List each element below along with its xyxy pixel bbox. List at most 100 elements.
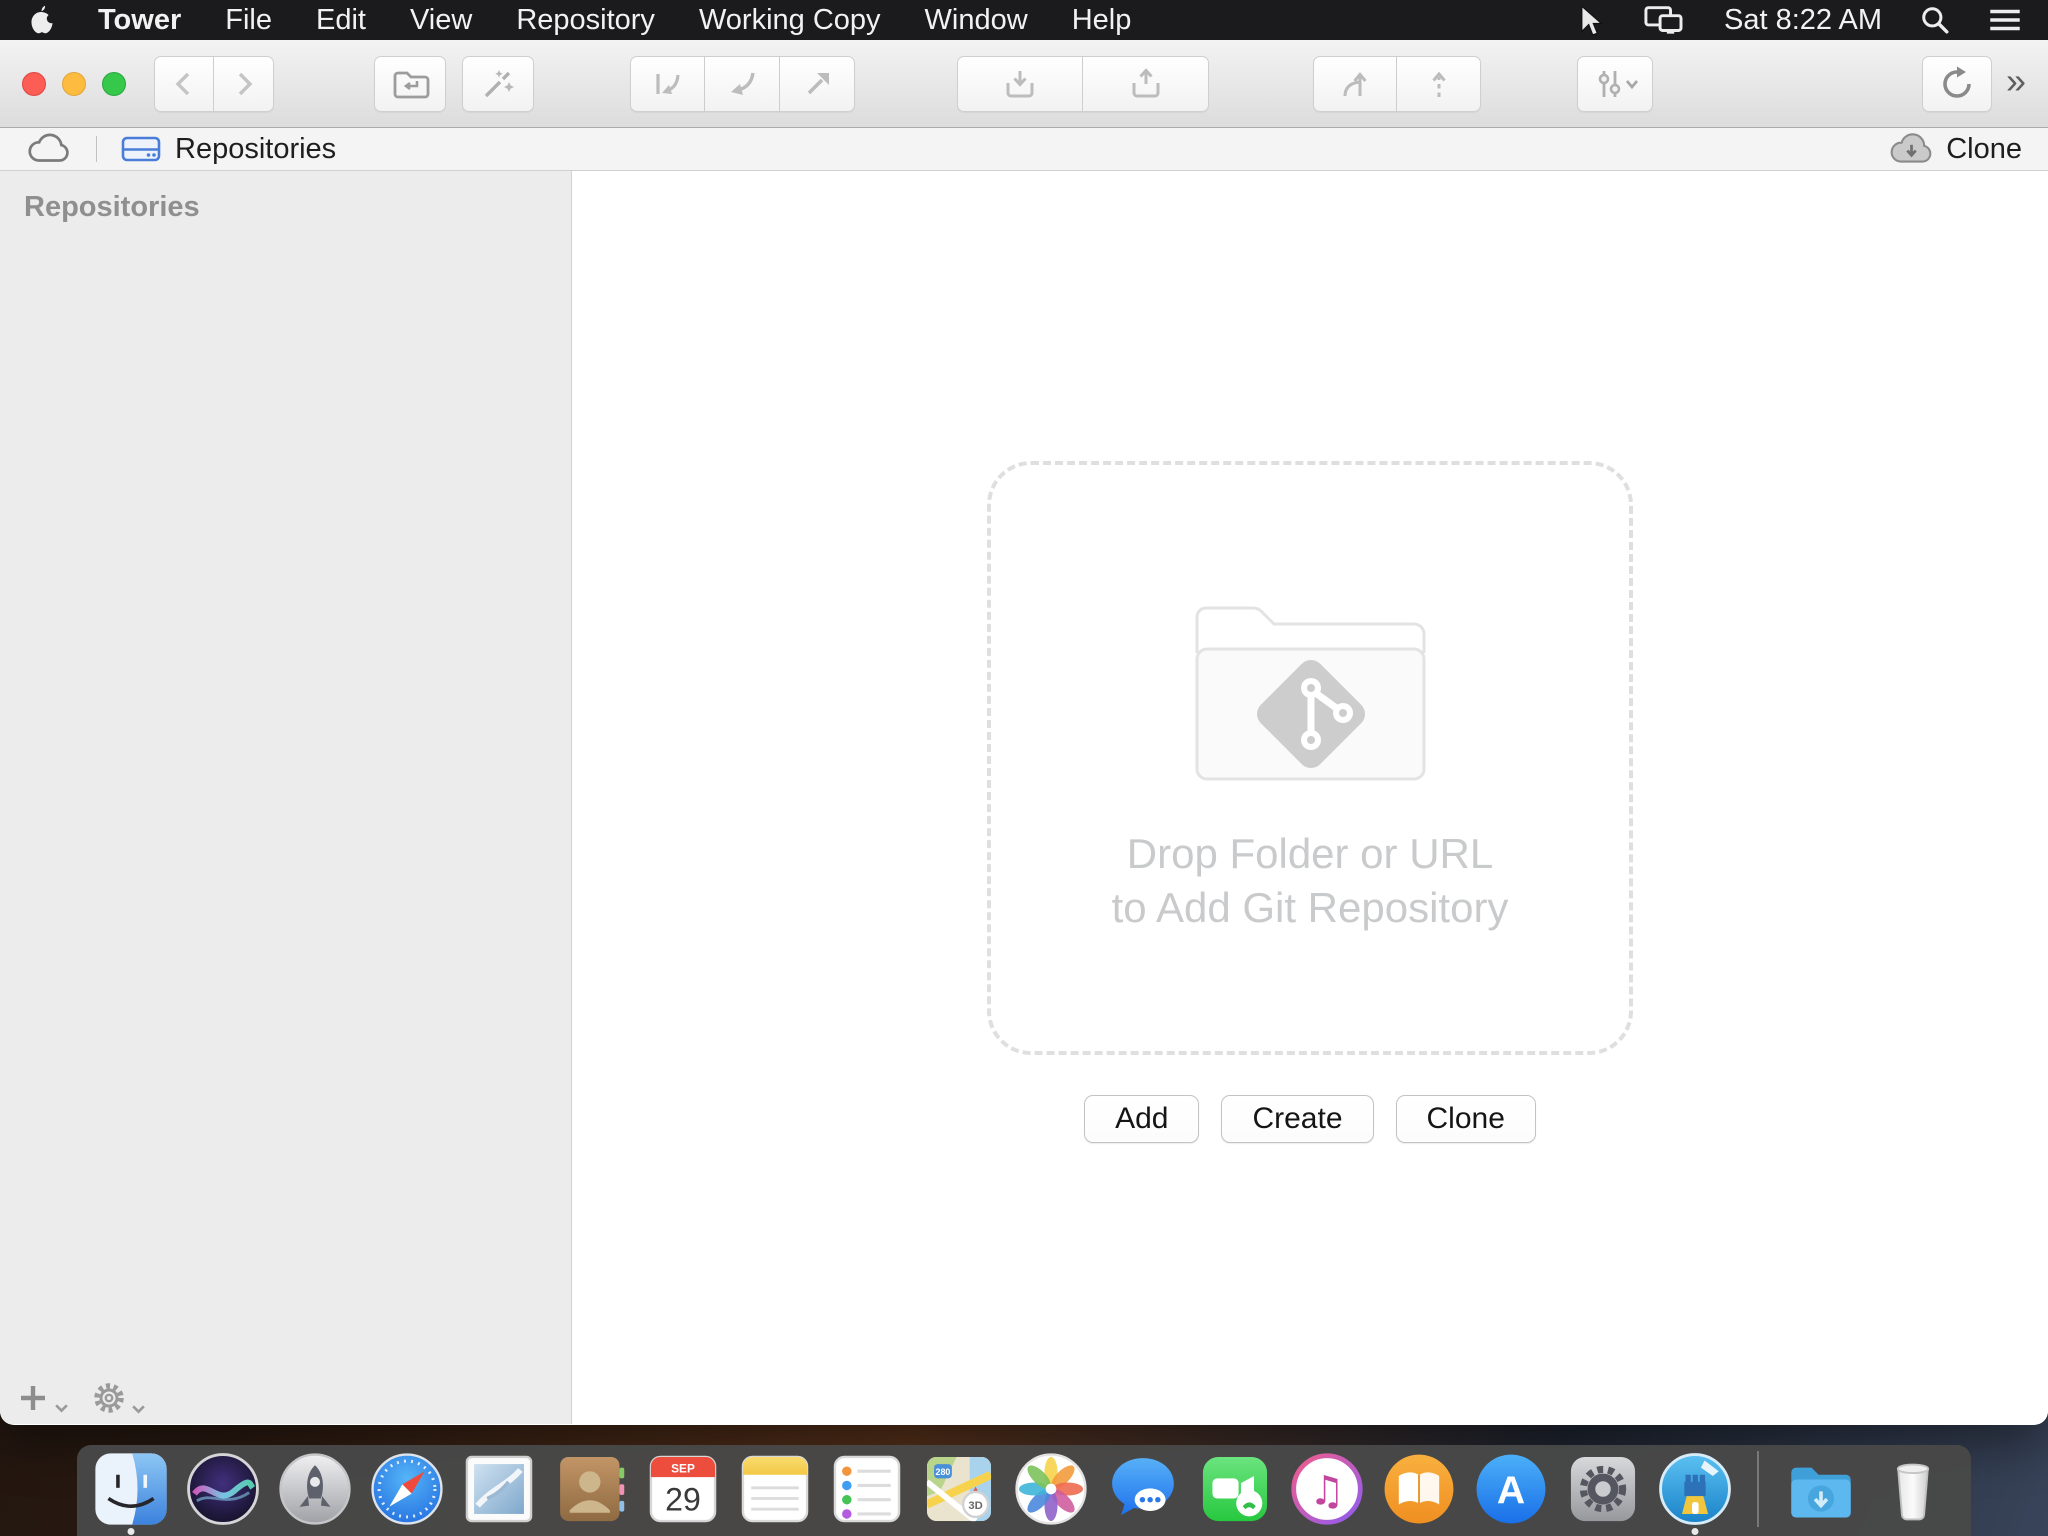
minimize-window-button[interactable]: [62, 71, 86, 96]
mail-icon: [465, 1455, 533, 1523]
dock-item-downloads[interactable]: [1783, 1451, 1859, 1527]
dock: SEP 29 280 3D ♫ A: [77, 1445, 1971, 1536]
back-button[interactable]: [154, 55, 214, 112]
rebase-icon: [1431, 71, 1446, 97]
drop-target[interactable]: Drop Folder or URL to Add Git Repository: [987, 461, 1633, 1055]
forward-button[interactable]: [214, 55, 274, 112]
breadcrumb[interactable]: Repositories: [121, 133, 336, 166]
dock-item-siri[interactable]: [185, 1451, 261, 1527]
dock-item-ibooks[interactable]: [1381, 1451, 1457, 1527]
add-repository-dropdown[interactable]: [18, 1383, 69, 1413]
dock-item-system-preferences[interactable]: [1565, 1451, 1641, 1527]
dock-item-maps[interactable]: 280 3D: [921, 1451, 997, 1527]
clone-cloud-download-icon: [1890, 133, 1932, 163]
menu-repository[interactable]: Repository: [516, 4, 655, 37]
cloud-services-button[interactable]: [26, 133, 72, 165]
magic-wand-icon: [484, 69, 514, 97]
branch-ops-group: [1313, 55, 1481, 112]
rebase-button[interactable]: [1397, 55, 1481, 112]
create-button[interactable]: Create: [1221, 1095, 1374, 1143]
repositories-drive-icon: [121, 136, 161, 162]
maps-3d-badge: 3D: [968, 1500, 982, 1512]
chevron-down-icon: [132, 1405, 145, 1414]
breadcrumb-label: Repositories: [175, 132, 337, 165]
close-window-button[interactable]: [22, 71, 46, 96]
sidebar-title: Repositories: [24, 191, 200, 223]
maps-icon: 280 3D: [926, 1456, 992, 1522]
dock-item-finder[interactable]: [93, 1451, 169, 1527]
zoom-window-button[interactable]: [102, 71, 126, 96]
dock-item-messages[interactable]: [1105, 1451, 1181, 1527]
stash-apply-button[interactable]: [1083, 55, 1209, 112]
dock-item-photos[interactable]: [1013, 1451, 1089, 1527]
traffic-lights: [0, 71, 126, 96]
maps-shield-label: 280: [936, 1467, 951, 1477]
facetime-icon: [1202, 1456, 1268, 1522]
toolbar-overflow-button[interactable]: »: [1992, 60, 2040, 108]
window-toolbar: »: [0, 40, 2048, 128]
dock-item-trash[interactable]: [1875, 1451, 1951, 1527]
folder-open-icon: [393, 71, 430, 98]
tower-window: » Repositories Clone Repositories Drop F…: [0, 40, 2048, 1425]
sidebar-settings-dropdown[interactable]: [93, 1382, 146, 1414]
tower-app-icon: [1659, 1453, 1731, 1525]
dock-item-notes[interactable]: [737, 1451, 813, 1527]
refresh-icon: [1943, 66, 1971, 98]
push-button[interactable]: [780, 55, 855, 112]
sync-group: [630, 55, 855, 112]
siri-icon: [187, 1453, 259, 1525]
menu-window[interactable]: Window: [925, 4, 1028, 37]
desktop: Tower File Edit View Repository Working …: [0, 0, 2048, 1536]
dock-item-app-store[interactable]: A: [1473, 1451, 1549, 1527]
finder-icon: [95, 1453, 167, 1525]
menu-view[interactable]: View: [410, 4, 472, 37]
menu-working-copy[interactable]: Working Copy: [699, 4, 881, 37]
dock-item-contacts[interactable]: [553, 1451, 629, 1527]
menu-file[interactable]: File: [225, 4, 272, 37]
dock-item-safari[interactable]: [369, 1451, 445, 1527]
dock-item-itunes[interactable]: ♫: [1289, 1451, 1365, 1527]
fetch-button[interactable]: [630, 55, 705, 112]
menu-bar: Tower File Edit View Repository Working …: [0, 0, 2048, 40]
displays-status-icon[interactable]: [1644, 4, 1686, 36]
gear-icon: [94, 1383, 124, 1413]
clone-button[interactable]: Clone: [1395, 1095, 1536, 1143]
itunes-icon: ♫: [1291, 1453, 1363, 1525]
notification-center-icon[interactable]: [1988, 6, 2022, 34]
view-options-dropdown[interactable]: [1577, 55, 1653, 112]
notes-icon: [741, 1455, 809, 1523]
refresh-button[interactable]: [1921, 55, 1992, 112]
menu-edit[interactable]: Edit: [316, 4, 366, 37]
window-content: Repositories Drop Folder or URL to Add G…: [0, 171, 2048, 1424]
stash-down-icon: [1006, 70, 1034, 97]
quick-actions-button[interactable]: [462, 55, 534, 112]
menu-help[interactable]: Help: [1072, 4, 1132, 37]
reminders-icon: [833, 1455, 901, 1523]
chevron-right-icon: [238, 72, 252, 95]
dock-item-mail[interactable]: [461, 1451, 537, 1527]
stash-save-button[interactable]: [957, 55, 1083, 112]
spotlight-icon[interactable]: [1920, 5, 1950, 35]
dock-item-tower[interactable]: [1657, 1451, 1733, 1527]
pull-button[interactable]: [705, 55, 780, 112]
apple-menu[interactable]: [28, 4, 54, 36]
merge-button[interactable]: [1313, 55, 1397, 112]
dock-item-launchpad[interactable]: [277, 1451, 353, 1527]
dropzone-caption: Drop Folder or URL to Add Git Repository: [1112, 827, 1509, 935]
dock-item-calendar[interactable]: SEP 29: [645, 1451, 721, 1527]
downloads-folder-icon: [1791, 1467, 1851, 1518]
trash-icon: [1896, 1463, 1930, 1521]
reveal-in-finder-button[interactable]: [374, 55, 446, 112]
clone-quick-button[interactable]: Clone: [1888, 133, 2022, 166]
fetch-icon: [655, 73, 680, 94]
sliders-icon: [1598, 70, 1639, 97]
menu-bar-clock[interactable]: Sat 8:22 AM: [1724, 4, 1882, 37]
chevron-left-icon: [175, 72, 190, 95]
calendar-month-label: SEP: [671, 1461, 695, 1475]
dock-item-reminders[interactable]: [829, 1451, 905, 1527]
add-button[interactable]: Add: [1084, 1095, 1200, 1143]
menu-app-name[interactable]: Tower: [98, 4, 181, 37]
dock-item-facetime[interactable]: [1197, 1451, 1273, 1527]
safari-icon: [371, 1453, 443, 1525]
pointer-status-icon[interactable]: [1576, 4, 1606, 36]
